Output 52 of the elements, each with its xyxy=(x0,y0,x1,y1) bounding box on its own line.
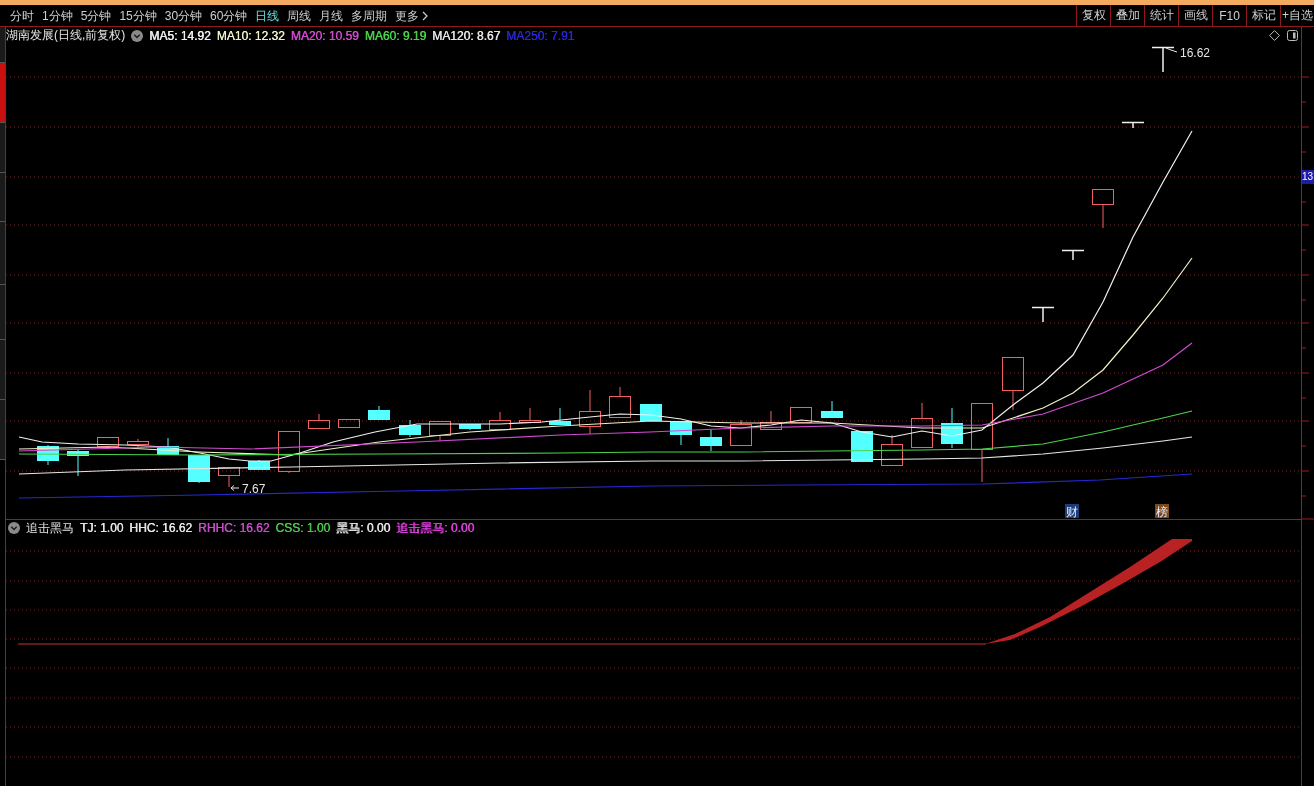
chart-title: 湖南发展(日线,前复权) xyxy=(6,27,126,44)
period-tab[interactable]: 多周期 xyxy=(351,7,388,24)
indicator-value: CSS: 1.00 xyxy=(275,521,331,535)
price-marker: 13 xyxy=(1302,170,1314,184)
moving-average-value: MA5: 14.92 xyxy=(149,28,211,43)
indicator-title: 追击黑马 xyxy=(26,519,74,537)
toolbar-button[interactable]: 标记 xyxy=(1246,5,1280,26)
side-tab[interactable] xyxy=(0,63,5,123)
moving-average-value: MA20: 10.59 xyxy=(290,28,359,43)
toolbar-button[interactable]: +自选 xyxy=(1280,5,1314,26)
chevron-right-icon xyxy=(422,10,429,21)
toolbar-button[interactable]: 画线 xyxy=(1178,5,1212,26)
indicator-value: TJ: 1.00 xyxy=(80,521,124,535)
dropdown-icon[interactable] xyxy=(8,522,20,534)
side-tab[interactable] xyxy=(0,285,5,340)
dropdown-icon[interactable] xyxy=(131,29,144,42)
period-tab[interactable]: 分时 xyxy=(10,7,34,24)
side-tab[interactable] xyxy=(0,27,5,63)
moving-average-value: MA10: 12.32 xyxy=(216,28,285,43)
side-tab[interactable] xyxy=(0,222,5,285)
moving-average-value: MA250: 7.91 xyxy=(506,28,575,43)
panel-toggle-icon[interactable] xyxy=(1287,30,1298,41)
leader-line xyxy=(1165,47,1178,53)
moving-average-value: MA120: 8.67 xyxy=(432,28,501,43)
event-marker[interactable]: 榜 xyxy=(1155,504,1169,519)
high-price-label: 16.62 xyxy=(1180,46,1211,60)
toolbar-button[interactable]: 复权 xyxy=(1076,5,1110,26)
period-tab[interactable]: 5分钟 xyxy=(80,7,112,24)
period-tab[interactable]: 1分钟 xyxy=(42,7,73,24)
period-tab[interactable]: 60分钟 xyxy=(210,7,248,24)
toolbar-button[interactable]: 统计 xyxy=(1144,5,1178,26)
indicator-value: HHC: 16.62 xyxy=(129,521,193,535)
period-tab[interactable]: 周线 xyxy=(287,7,312,24)
period-tab[interactable]: 月线 xyxy=(319,7,344,24)
event-marker[interactable]: 财 xyxy=(1065,504,1079,519)
side-tab[interactable] xyxy=(0,173,5,222)
low-price-label: 7.67 xyxy=(242,482,266,496)
indicator-value: 黑马: 0.00 xyxy=(336,519,391,537)
side-tab[interactable] xyxy=(0,123,5,173)
side-tab[interactable] xyxy=(0,400,5,460)
more-menu-button[interactable]: 更多 xyxy=(395,7,429,24)
toolbar-button[interactable]: F10 xyxy=(1212,5,1246,26)
indicator-value: 追击黑马: 0.00 xyxy=(396,519,475,537)
left-arrow-icon xyxy=(230,485,240,491)
indicator-value: RHHC: 16.62 xyxy=(198,521,270,535)
toolbar-button[interactable]: 叠加 xyxy=(1110,5,1144,26)
period-tab[interactable]: 日线 xyxy=(255,7,280,24)
moving-average-value: MA60: 9.19 xyxy=(364,28,427,43)
side-tab[interactable] xyxy=(0,340,5,400)
diamond-icon[interactable] xyxy=(1269,30,1280,41)
period-tab[interactable]: 30分钟 xyxy=(164,7,203,24)
period-tab[interactable]: 15分钟 xyxy=(119,7,157,24)
